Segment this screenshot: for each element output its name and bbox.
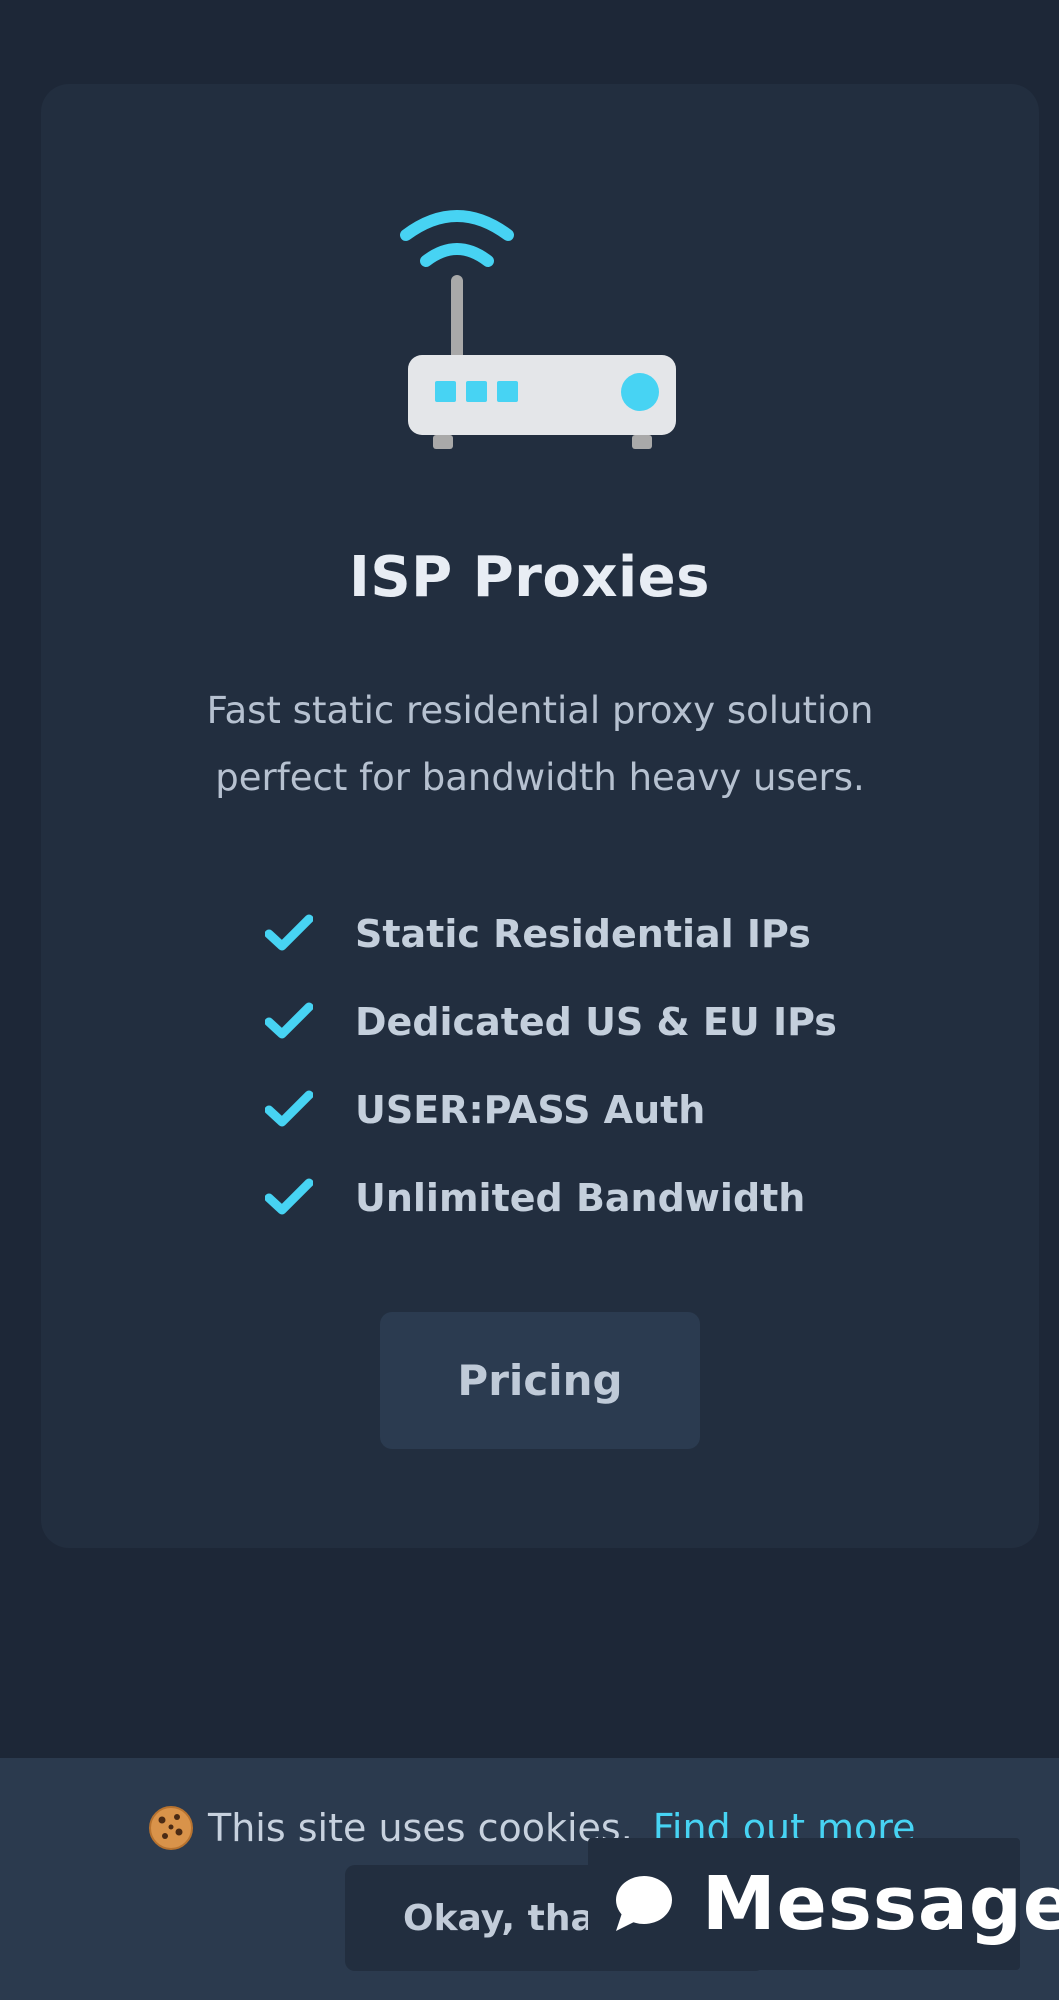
feature-label: Unlimited Bandwidth xyxy=(355,1176,806,1220)
feature-label: Dedicated US & EU IPs xyxy=(355,1000,837,1044)
feature-list: Static Residential IPs Dedicated US & EU… xyxy=(265,890,885,1242)
check-icon xyxy=(265,1178,313,1215)
feature-item: Dedicated US & EU IPs xyxy=(265,978,885,1066)
feature-item: Unlimited Bandwidth xyxy=(265,1154,885,1242)
chat-icon xyxy=(616,1876,672,1931)
check-icon xyxy=(265,1002,313,1039)
feature-label: Static Residential IPs xyxy=(355,912,811,956)
product-title: ISP Proxies xyxy=(349,545,710,610)
router-icon xyxy=(400,210,676,449)
feature-label: USER:PASS Auth xyxy=(355,1088,706,1132)
check-icon xyxy=(265,1090,313,1127)
feature-item: USER:PASS Auth xyxy=(265,1066,885,1154)
check-icon xyxy=(265,914,313,951)
cookie-icon xyxy=(149,1806,193,1850)
message-chat-button[interactable]: Message xyxy=(588,1838,1059,1970)
product-description: Fast static residential proxy solution p… xyxy=(206,689,874,799)
cookie-text: This site uses cookies. xyxy=(208,1806,633,1850)
pricing-button[interactable]: Pricing xyxy=(380,1312,700,1449)
message-label: Message xyxy=(702,1861,1059,1947)
feature-item: Static Residential IPs xyxy=(265,890,885,978)
